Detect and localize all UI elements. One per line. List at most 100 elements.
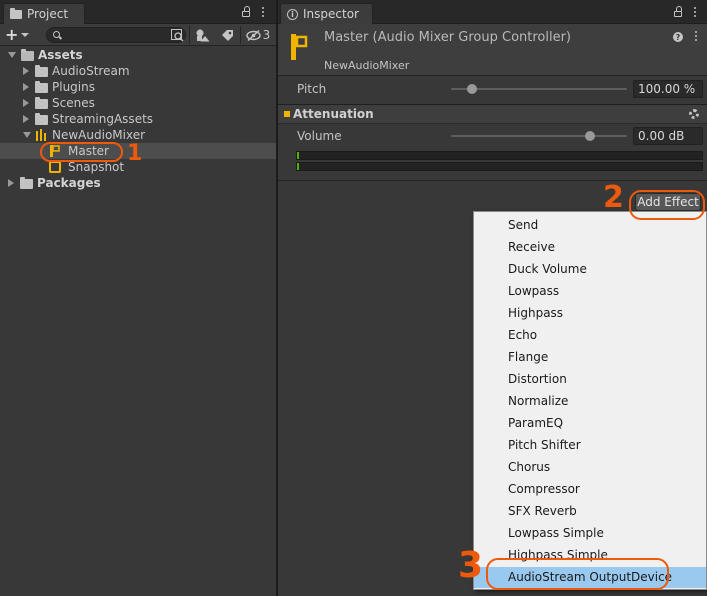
volume-value-field[interactable]: 0.00 dB [633, 127, 703, 145]
search-by-type-icon[interactable] [170, 27, 184, 43]
annotation-circle-add-effect [629, 190, 705, 220]
annotation-circle-master [40, 142, 123, 162]
menu-item[interactable]: Lowpass Simple [474, 523, 706, 544]
inspector-tab-bar: i Inspector [278, 0, 707, 24]
folder-icon [20, 177, 33, 189]
project-tab-bar: Project [0, 0, 276, 24]
project-tree: Assets AudioStream Plugins Scenes Stream… [0, 47, 276, 191]
tree-item-label: Packages [37, 176, 101, 190]
lock-icon[interactable] [673, 4, 683, 20]
add-effect-menu: Send Receive Duck Volume Lowpass Highpass Ech… [473, 211, 707, 590]
annotation-step-1: 1 [127, 141, 143, 166]
tree-item-label: StreamingAssets [52, 112, 154, 126]
volume-slider[interactable] [451, 131, 627, 141]
chevron-right-icon[interactable] [8, 179, 14, 187]
inspector-subtitle: NewAudioMixer [324, 59, 410, 72]
tree-item-label: Plugins [52, 80, 95, 94]
menu-item[interactable]: Flange [474, 347, 706, 368]
chevron-right-icon[interactable] [23, 99, 29, 107]
menu-item[interactable]: Receive [474, 237, 706, 258]
menu-item[interactable]: Highpass [474, 303, 706, 324]
menu-item[interactable]: ParamEQ [474, 413, 706, 434]
chevron-right-icon[interactable] [23, 67, 29, 75]
create-button[interactable]: + [5, 25, 35, 44]
gear-icon[interactable] [689, 109, 699, 119]
slider-knob[interactable] [467, 84, 478, 94]
tree-item-label: Assets [38, 48, 83, 62]
chevron-down-icon [21, 32, 30, 37]
filter-by-label-icon[interactable] [219, 27, 235, 43]
mixer-group-icon [291, 34, 308, 60]
tree-item-packages[interactable]: Packages [0, 175, 276, 191]
pitch-row: Pitch 100.00 % [278, 79, 707, 99]
folder-icon [35, 81, 48, 93]
project-toolbar: + 3 [0, 24, 276, 46]
attenuation-title: Attenuation [293, 107, 374, 121]
volume-row: Volume 0.00 dB [278, 126, 707, 146]
section-divider [278, 180, 707, 181]
tree-item-scenes[interactable]: Scenes [0, 95, 276, 111]
level-meter-right [296, 162, 703, 171]
folder-icon [10, 7, 22, 19]
lock-icon[interactable] [241, 4, 251, 20]
tree-item-label: NewAudioMixer [52, 128, 146, 142]
menu-item[interactable]: SFX Reverb [474, 501, 706, 522]
project-panel: Project + 3 Assets AudioStream Plugins S… [0, 0, 277, 596]
tree-item-label: Scenes [52, 96, 95, 110]
inspector-header: Master (Audio Mixer Group Controller) Ne… [278, 24, 707, 76]
menu-item[interactable]: Pitch Shifter [474, 435, 706, 456]
tab-inspector-label: Inspector [303, 7, 359, 21]
inspector-title: Master (Audio Mixer Group Controller) [324, 30, 572, 45]
tab-inspector[interactable]: i Inspector [280, 3, 373, 24]
tree-item-label: AudioStream [52, 64, 130, 78]
pitch-value-field[interactable]: 100.00 % [633, 80, 703, 98]
menu-item[interactable]: Compressor [474, 479, 706, 500]
chevron-right-icon[interactable] [23, 115, 29, 123]
panel-menu-icon[interactable] [691, 4, 699, 20]
folder-open-icon [21, 49, 34, 61]
chevron-down-icon[interactable] [8, 52, 16, 58]
tree-item-plugins[interactable]: Plugins [0, 79, 276, 95]
tree-item-streamingassets[interactable]: StreamingAssets [0, 111, 276, 127]
tree-item-label: Snapshot [68, 160, 125, 174]
annotation-circle-output-device [486, 558, 669, 590]
tree-item-assets[interactable]: Assets [0, 47, 276, 63]
info-icon: i [287, 8, 298, 20]
volume-label: Volume [297, 129, 342, 143]
effect-color-marker [284, 111, 290, 117]
menu-item[interactable]: Normalize [474, 391, 706, 412]
menu-item[interactable]: Echo [474, 325, 706, 346]
snapshot-icon [49, 161, 61, 173]
annotation-step-3: 3 [458, 545, 484, 586]
tab-project[interactable]: Project [3, 3, 85, 24]
folder-icon [35, 113, 48, 125]
tree-item-audiostream[interactable]: AudioStream [0, 63, 276, 79]
menu-item[interactable]: Distortion [474, 369, 706, 390]
slider-knob[interactable] [585, 131, 596, 141]
search-icon [53, 31, 60, 38]
folder-icon [35, 97, 48, 109]
pitch-label: Pitch [297, 82, 327, 96]
chevron-down-icon[interactable] [23, 132, 31, 138]
hidden-packages-count: 3 [262, 28, 271, 42]
component-menu-icon[interactable] [695, 31, 697, 41]
pitch-slider[interactable] [451, 84, 627, 94]
chevron-right-icon[interactable] [23, 83, 29, 91]
search-input[interactable] [46, 27, 186, 43]
eye-slash-icon [245, 29, 261, 41]
hidden-packages-toggle[interactable]: 3 [244, 27, 272, 43]
menu-item[interactable]: Lowpass [474, 281, 706, 302]
panel-menu-icon[interactable] [259, 4, 267, 20]
attenuation-header[interactable]: Attenuation [278, 104, 707, 124]
menu-item[interactable]: Chorus [474, 457, 706, 478]
tab-project-label: Project [27, 7, 69, 21]
toolbar-divider [240, 26, 241, 44]
annotation-step-2: 2 [603, 180, 624, 215]
filter-by-type-icon[interactable] [195, 27, 211, 43]
plus-icon: + [5, 25, 19, 44]
folder-icon [35, 65, 48, 77]
audio-mixer-icon [36, 129, 48, 141]
level-meter-left [296, 151, 703, 160]
help-icon[interactable]: ? [673, 32, 683, 42]
menu-item[interactable]: Duck Volume [474, 259, 706, 280]
